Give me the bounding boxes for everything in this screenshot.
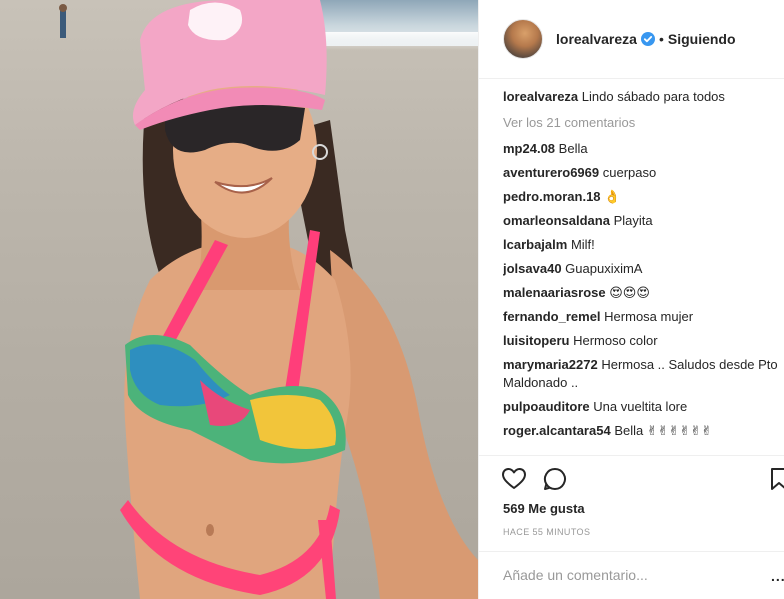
add-comment-input[interactable] [503,564,743,586]
caption-text: Lindo sábado para todos [581,89,725,104]
comment-username[interactable]: malenaariasrose [503,285,606,300]
comment-username[interactable]: roger.alcantara54 [503,423,611,438]
comment-text: Milf! [570,237,595,252]
post-panel: lorealvareza • Siguiendo lorealvareza Li… [478,0,784,599]
follow-button[interactable]: Siguiendo [668,31,736,47]
action-icons [501,466,784,492]
comment-text: GuapuxiximA [565,261,643,276]
comment-username[interactable]: fernando_remel [503,309,601,324]
comment-username[interactable]: aventurero6969 [503,165,599,180]
comment-username[interactable]: marymaria2272 [503,357,598,372]
comment-text: Una vueltita lore [593,399,688,414]
comment-item: jolsava40 GuapuxiximA [503,260,779,278]
comment-username[interactable]: jolsava40 [503,261,562,276]
avatar[interactable] [503,19,543,59]
comment-item: malenaariasrose 😍😍😍 [503,284,779,302]
photo-illustration [59,0,478,599]
header-username[interactable]: lorealvareza [556,31,637,47]
likes-count[interactable]: 569 Me gusta [503,501,585,516]
bookmark-icon[interactable] [769,466,784,492]
comment-item: mp24.08 Bella [503,140,779,158]
post-header: lorealvareza • Siguiendo [479,0,784,79]
post-photo[interactable] [0,0,478,599]
heart-icon[interactable] [501,466,527,492]
caption: lorealvareza Lindo sábado para todos [503,88,779,106]
comment-text: Hermoso color [573,333,658,348]
caption-username[interactable]: lorealvareza [503,89,578,104]
comment-username[interactable]: mp24.08 [503,141,555,156]
comment-username[interactable]: omarleonsaldana [503,213,610,228]
comment-username[interactable]: lcarbajalm [503,237,567,252]
view-all-comments-link[interactable]: Ver los 21 comentarios [503,114,779,132]
comment-text: Hermosa mujer [604,309,694,324]
comment-text: 👌 [604,189,621,204]
comment-item: luisitoperu Hermoso color [503,332,779,350]
comment-item: fernando_remel Hermosa mujer [503,308,779,326]
comments-list: lorealvareza Lindo sábado para todos Ver… [503,88,779,454]
comment-text: cuerpaso [602,165,657,180]
more-options-button[interactable]: ... [771,568,784,584]
comment-username[interactable]: pulpoauditore [503,399,590,414]
comment-item: aventurero6969 cuerpaso [503,164,779,182]
comment-text: Playita [613,213,653,228]
comment-item: pulpoauditore Una vueltita lore [503,398,779,416]
comment-username[interactable]: pedro.moran.18 [503,189,601,204]
comment-item: omarleonsaldana Playita [503,212,779,230]
comment-item: marymaria2272 Hermosa .. Saludos desde P… [503,356,779,392]
comment-username[interactable]: luisitoperu [503,333,569,348]
comment-item: pedro.moran.18 👌 [503,188,779,206]
comment-icon[interactable] [542,466,568,492]
verified-badge-icon [640,32,655,46]
comment-item: lcarbajalm Milf! [503,236,779,254]
post-actions: 569 Me gusta HACE 55 MINUTOS ... [479,455,784,599]
add-comment-section: ... [479,551,784,599]
post-timestamp[interactable]: HACE 55 MINUTOS [503,527,590,537]
header-separator: • [658,31,664,47]
comment-text: Bella ✌✌✌✌✌✌ [614,423,713,438]
comment-text: Bella [558,141,588,156]
comment-text: 😍😍😍 [609,285,650,300]
comment-item: roger.alcantara54 Bella ✌✌✌✌✌✌ [503,422,779,440]
